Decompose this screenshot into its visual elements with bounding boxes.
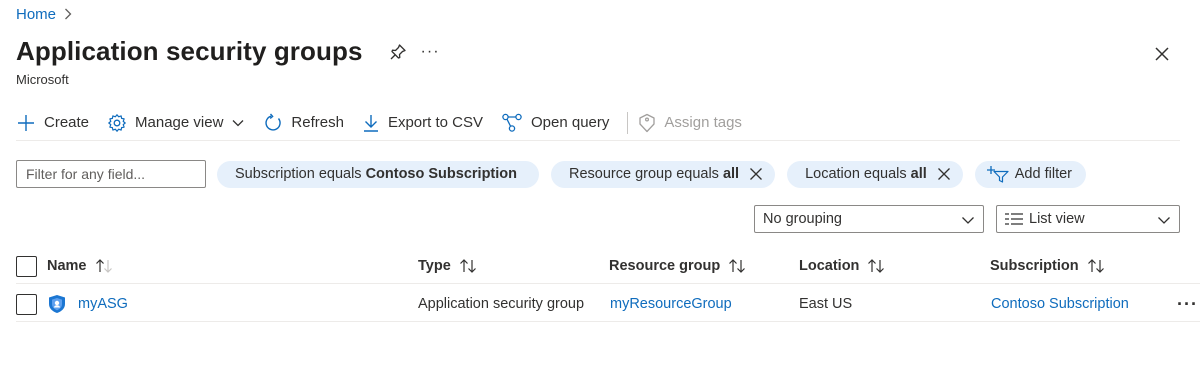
- chevron-right-icon: [65, 8, 72, 19]
- query-icon: [502, 113, 522, 132]
- breadcrumb: Home: [16, 6, 72, 23]
- add-filter-label: Add filter: [1014, 166, 1072, 182]
- subscription-cell: Contoso Subscription: [991, 286, 1129, 322]
- close-icon[interactable]: [1152, 44, 1172, 64]
- add-filter-button[interactable]: Add filter: [974, 160, 1086, 188]
- column-header-label: Name: [47, 258, 87, 274]
- resource-group-cell: myResourceGroup: [610, 286, 732, 322]
- open-query-button[interactable]: Open query: [501, 108, 609, 138]
- sort-icon[interactable]: [1087, 258, 1105, 274]
- filter-pill-label: Location equals: [805, 166, 907, 182]
- add-filter-icon: [986, 166, 1009, 183]
- resource-group-link[interactable]: myResourceGroup: [610, 296, 732, 312]
- filter-pill-value: all: [722, 166, 740, 182]
- chevron-down-icon: [1158, 217, 1170, 224]
- name-cell: myASG: [48, 286, 128, 322]
- row-checkbox[interactable]: [16, 293, 37, 315]
- resource-name-link[interactable]: myASG: [78, 296, 128, 312]
- manage-view-button[interactable]: Manage view: [107, 108, 245, 138]
- command-bar: Create Manage view Refresh Export to CSV…: [16, 107, 1180, 141]
- manage-view-label: Manage view: [135, 114, 224, 131]
- create-button[interactable]: Create: [16, 108, 89, 138]
- download-icon: [363, 114, 378, 132]
- column-header-label: Subscription: [990, 258, 1079, 274]
- column-header-label: Location: [799, 258, 860, 274]
- sort-icon[interactable]: [459, 258, 477, 274]
- subscription-link[interactable]: Contoso Subscription: [991, 296, 1129, 312]
- refresh-icon: [265, 113, 282, 131]
- location-cell: East US: [799, 296, 853, 312]
- type-cell: Application security group: [418, 296, 585, 312]
- select-all-cell: [16, 248, 37, 284]
- filter-pill-resource-group[interactable]: Resource group equals all: [551, 160, 776, 188]
- breadcrumb-separator: [64, 7, 72, 23]
- sort-icon[interactable]: [867, 258, 885, 274]
- column-header-resource-group[interactable]: Resource group: [609, 248, 746, 284]
- toolbar-divider: [627, 111, 629, 134]
- grouping-value: No grouping: [763, 211, 842, 227]
- list-view-icon: [1005, 213, 1023, 225]
- tag-icon: [639, 113, 656, 132]
- select-all-checkbox[interactable]: [16, 255, 37, 277]
- view-dropdown[interactable]: List view: [996, 205, 1180, 233]
- column-header-name[interactable]: Name: [47, 248, 113, 284]
- more-options-icon[interactable]: ···: [421, 43, 440, 61]
- column-header-label: Type: [418, 258, 451, 274]
- close-icon[interactable]: [749, 167, 763, 181]
- refresh-button[interactable]: Refresh: [263, 108, 344, 138]
- title-row: Application security groups ···: [16, 36, 440, 67]
- page-title: Application security groups: [16, 36, 363, 66]
- filter-input[interactable]: [16, 160, 206, 188]
- pin-icon[interactable]: [387, 41, 409, 63]
- shield-icon: [49, 295, 65, 313]
- refresh-label: Refresh: [291, 114, 344, 131]
- filter-pill-label: Resource group equals: [569, 166, 719, 182]
- sort-icon[interactable]: [728, 258, 746, 274]
- filter-pill-subscription[interactable]: Subscription equals Contoso Subscription: [217, 160, 539, 188]
- page-subtitle: Microsoft: [16, 72, 69, 87]
- table-row[interactable]: myASG Application security group myResou…: [16, 286, 1200, 322]
- grouping-dropdown[interactable]: No grouping: [754, 205, 984, 233]
- open-query-label: Open query: [531, 114, 610, 131]
- filter-pill-label: Subscription equals: [235, 166, 362, 182]
- column-header-subscription[interactable]: Subscription: [990, 248, 1105, 284]
- chevron-down-icon: [232, 119, 244, 126]
- sort-ascending-icon[interactable]: [95, 258, 113, 274]
- export-csv-button[interactable]: Export to CSV: [362, 108, 483, 138]
- filter-pill-value: Contoso Subscription: [365, 166, 517, 182]
- filter-pill-value: all: [910, 166, 927, 182]
- breadcrumb-home-link[interactable]: Home: [16, 6, 56, 23]
- column-header-location[interactable]: Location: [799, 248, 885, 284]
- create-label: Create: [44, 114, 90, 131]
- view-value: List view: [1029, 211, 1085, 227]
- gear-icon: [108, 113, 126, 132]
- assign-tags-label: Assign tags: [664, 114, 742, 131]
- chevron-down-icon: [962, 217, 974, 224]
- table-header-row: Name Type Resource group Location Subscr…: [16, 248, 1200, 284]
- plus-icon: [18, 114, 34, 131]
- close-icon[interactable]: [937, 167, 951, 181]
- column-header-type[interactable]: Type: [418, 248, 477, 284]
- filter-bar: Subscription equals Contoso Subscription…: [16, 160, 1086, 188]
- row-select-cell: [16, 286, 37, 322]
- row-more-options-icon[interactable]: ···: [1177, 286, 1198, 322]
- filter-pill-location[interactable]: Location equals all: [787, 160, 963, 188]
- assign-tags-button[interactable]: Assign tags: [638, 108, 742, 138]
- resource-table: Name Type Resource group Location Subscr…: [16, 248, 1200, 322]
- export-csv-label: Export to CSV: [387, 114, 483, 131]
- column-header-label: Resource group: [609, 258, 721, 274]
